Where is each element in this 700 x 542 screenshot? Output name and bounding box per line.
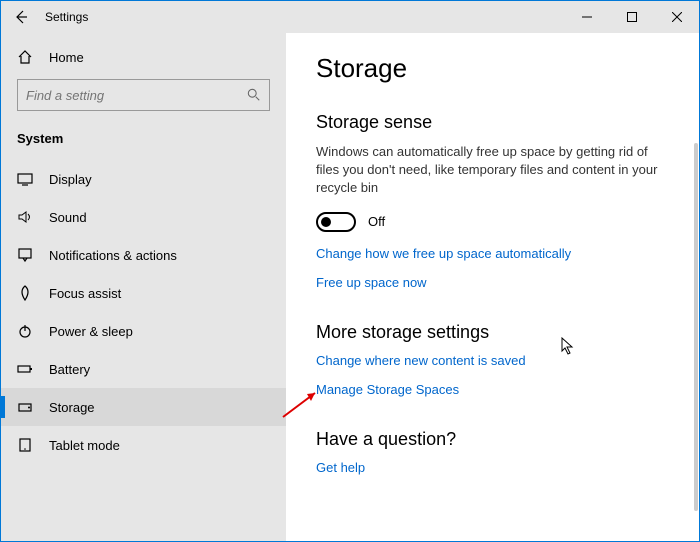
- display-icon: [17, 171, 33, 187]
- page-title: Storage: [316, 53, 669, 84]
- storage-sense-heading: Storage sense: [316, 112, 669, 133]
- power-icon: [17, 323, 33, 339]
- storage-icon: [17, 399, 33, 415]
- link-manage-storage-spaces[interactable]: Manage Storage Spaces: [316, 382, 669, 397]
- titlebar: Settings: [1, 1, 699, 33]
- home-button[interactable]: Home: [1, 39, 286, 75]
- scrollbar[interactable]: [694, 143, 698, 511]
- search-row: [1, 75, 286, 121]
- sidebar-item-sound[interactable]: Sound: [1, 198, 286, 236]
- link-get-help[interactable]: Get help: [316, 460, 669, 475]
- sidebar-item-label: Battery: [49, 362, 90, 377]
- cursor-icon: [561, 337, 575, 355]
- link-change-where-saved[interactable]: Change where new content is saved: [316, 353, 669, 368]
- storage-sense-desc: Windows can automatically free up space …: [316, 143, 669, 198]
- search-field[interactable]: [26, 88, 247, 103]
- maximize-button[interactable]: [609, 1, 654, 33]
- search-input[interactable]: [17, 79, 270, 111]
- tablet-icon: [17, 437, 33, 453]
- sidebar-item-label: Focus assist: [49, 286, 121, 301]
- back-icon[interactable]: [13, 9, 29, 25]
- sidebar-item-battery[interactable]: Battery: [1, 350, 286, 388]
- storage-sense-toggle-row: Off: [316, 212, 669, 232]
- storage-sense-toggle[interactable]: [316, 212, 356, 232]
- sidebar-item-label: Sound: [49, 210, 87, 225]
- home-icon: [17, 49, 33, 65]
- toggle-state-label: Off: [368, 214, 385, 229]
- search-icon: [247, 88, 261, 102]
- category-heading: System: [1, 121, 286, 160]
- have-question-heading: Have a question?: [316, 429, 669, 450]
- window-controls: [564, 1, 699, 33]
- window-title: Settings: [45, 10, 88, 24]
- more-storage-heading: More storage settings: [316, 322, 669, 343]
- sound-icon: [17, 209, 33, 225]
- sidebar-item-label: Storage: [49, 400, 95, 415]
- sidebar-item-label: Power & sleep: [49, 324, 133, 339]
- titlebar-left: Settings: [1, 9, 88, 25]
- link-free-up-now[interactable]: Free up space now: [316, 275, 669, 290]
- sidebar-item-label: Tablet mode: [49, 438, 120, 453]
- sidebar-item-notifications[interactable]: Notifications & actions: [1, 236, 286, 274]
- sidebar-item-power-sleep[interactable]: Power & sleep: [1, 312, 286, 350]
- sidebar-item-tablet-mode[interactable]: Tablet mode: [1, 426, 286, 464]
- minimize-button[interactable]: [564, 1, 609, 33]
- sidebar-item-display[interactable]: Display: [1, 160, 286, 198]
- sidebar-item-label: Display: [49, 172, 92, 187]
- content: Home System Display Sound Notificatio: [1, 33, 699, 541]
- notifications-icon: [17, 247, 33, 263]
- sidebar-item-focus-assist[interactable]: Focus assist: [1, 274, 286, 312]
- home-label: Home: [49, 50, 84, 65]
- annotation-arrow: [281, 389, 321, 419]
- focus-assist-icon: [17, 285, 33, 301]
- toggle-knob: [321, 217, 331, 227]
- main-panel: Storage Storage sense Windows can automa…: [286, 33, 699, 541]
- sidebar-item-label: Notifications & actions: [49, 248, 177, 263]
- close-button[interactable]: [654, 1, 699, 33]
- nav-list: Display Sound Notifications & actions Fo…: [1, 160, 286, 541]
- sidebar: Home System Display Sound Notificatio: [1, 33, 286, 541]
- battery-icon: [17, 361, 33, 377]
- link-change-free-up[interactable]: Change how we free up space automaticall…: [316, 246, 669, 261]
- sidebar-item-storage[interactable]: Storage: [1, 388, 286, 426]
